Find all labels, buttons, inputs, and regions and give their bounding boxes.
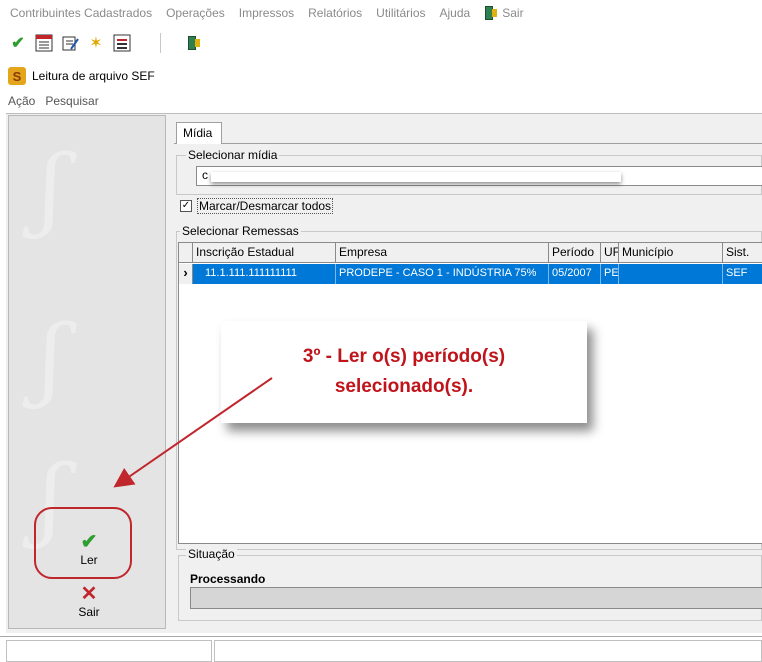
menu-operacoes[interactable]: Operações	[166, 6, 225, 20]
bottom-divider	[0, 636, 762, 637]
document-edit-icon[interactable]	[60, 33, 80, 53]
exit-button[interactable]: ✕ Sair	[59, 583, 119, 619]
cell-empresa[interactable]: PRODEPE - CASO 1 - INDÚSTRIA 75%	[336, 264, 549, 284]
app-logo-icon: S	[8, 67, 26, 85]
callout-line-1: 3º - Ler o(s) período(s)	[302, 346, 506, 367]
row-indicator-icon: ›	[179, 264, 193, 284]
tab-midia-label: Mídia	[183, 126, 213, 140]
progress-bar	[190, 587, 762, 609]
star-icon[interactable]: ✶	[86, 33, 106, 53]
toolbar-separator	[160, 33, 161, 53]
window-menu: Ação Pesquisar	[0, 90, 762, 112]
watermark-icon: ʃ	[39, 306, 64, 411]
menu-sair-label: Sair	[502, 6, 524, 20]
menu-relatorios[interactable]: Relatórios	[308, 6, 362, 20]
situacao-status: Processando	[190, 572, 266, 586]
check-icon[interactable]: ✔	[8, 33, 28, 53]
redaction-bar	[211, 172, 621, 182]
window-title-bar: S Leitura de arquivo SEF	[0, 62, 762, 90]
cell-uf[interactable]: PE	[601, 264, 619, 284]
remessas-group-label: Selecionar Remessas	[180, 224, 301, 238]
menu-contribuintes[interactable]: Contribuintes Cadastrados	[10, 6, 152, 20]
report-icon[interactable]	[112, 33, 132, 53]
toggle-all-label: Marcar/Desmarcar todos	[197, 198, 334, 214]
calendar-icon[interactable]	[34, 33, 54, 53]
exit-button-label: Sair	[78, 605, 100, 619]
toolbar: ✔ ✶	[0, 30, 762, 56]
app-menu-bar: Contribuintes Cadastrados Operações Impr…	[0, 0, 762, 26]
table-row[interactable]: › 11.1.111.111111111 PRODEPE - CASO 1 - …	[179, 264, 762, 284]
situacao-group-label: Situação	[186, 547, 237, 561]
media-input[interactable]: c	[196, 166, 762, 186]
column-header-sistema[interactable]: Sist.	[723, 243, 762, 263]
column-header-uf[interactable]: UF	[601, 243, 619, 263]
callout-line-2: selecionado(s).	[334, 376, 474, 397]
menu-utilitarios[interactable]: Utilitários	[376, 6, 425, 20]
header-indicator-cell	[179, 243, 193, 263]
close-icon: ✕	[80, 583, 98, 605]
watermark-icon: ʃ	[39, 136, 64, 241]
cell-periodo[interactable]: 05/2007	[549, 264, 601, 284]
select-media-group-label: Selecionar mídia	[186, 148, 280, 162]
status-bar-cell-1	[6, 640, 212, 662]
status-bar	[6, 640, 762, 662]
cell-inscricao[interactable]: 11.1.111.111111111	[193, 264, 336, 284]
media-input-value: c	[202, 168, 208, 182]
menu-impressos[interactable]: Impressos	[239, 6, 294, 20]
instruction-callout: 3º - Ler o(s) período(s) selecionado(s).	[221, 321, 587, 423]
checkbox-check-icon: ✓	[180, 200, 192, 212]
column-header-municipio[interactable]: Município	[619, 243, 723, 263]
menu-ajuda[interactable]: Ajuda	[440, 6, 471, 20]
toggle-all-checkbox[interactable]: ✓ Marcar/Desmarcar todos	[180, 198, 334, 214]
column-header-inscricao[interactable]: Inscrição Estadual	[193, 243, 336, 263]
menu-acao[interactable]: Ação	[8, 94, 35, 108]
tab-strip-line	[174, 143, 762, 144]
exit-door-icon	[484, 5, 498, 21]
table-header: Inscrição Estadual Empresa Período UF Mu…	[179, 243, 762, 263]
highlight-ring	[34, 507, 132, 579]
menu-sair[interactable]: Sair	[484, 5, 524, 21]
cell-municipio[interactable]	[619, 264, 723, 284]
window-title: Leitura de arquivo SEF	[32, 69, 155, 83]
menu-pesquisar[interactable]: Pesquisar	[45, 94, 98, 108]
exit-door-icon[interactable]	[187, 35, 201, 51]
tab-midia[interactable]: Mídia	[176, 122, 222, 144]
column-header-periodo[interactable]: Período	[549, 243, 601, 263]
column-header-empresa[interactable]: Empresa	[336, 243, 549, 263]
cell-sistema[interactable]: SEF	[723, 264, 762, 284]
status-bar-cell-2	[214, 640, 762, 662]
